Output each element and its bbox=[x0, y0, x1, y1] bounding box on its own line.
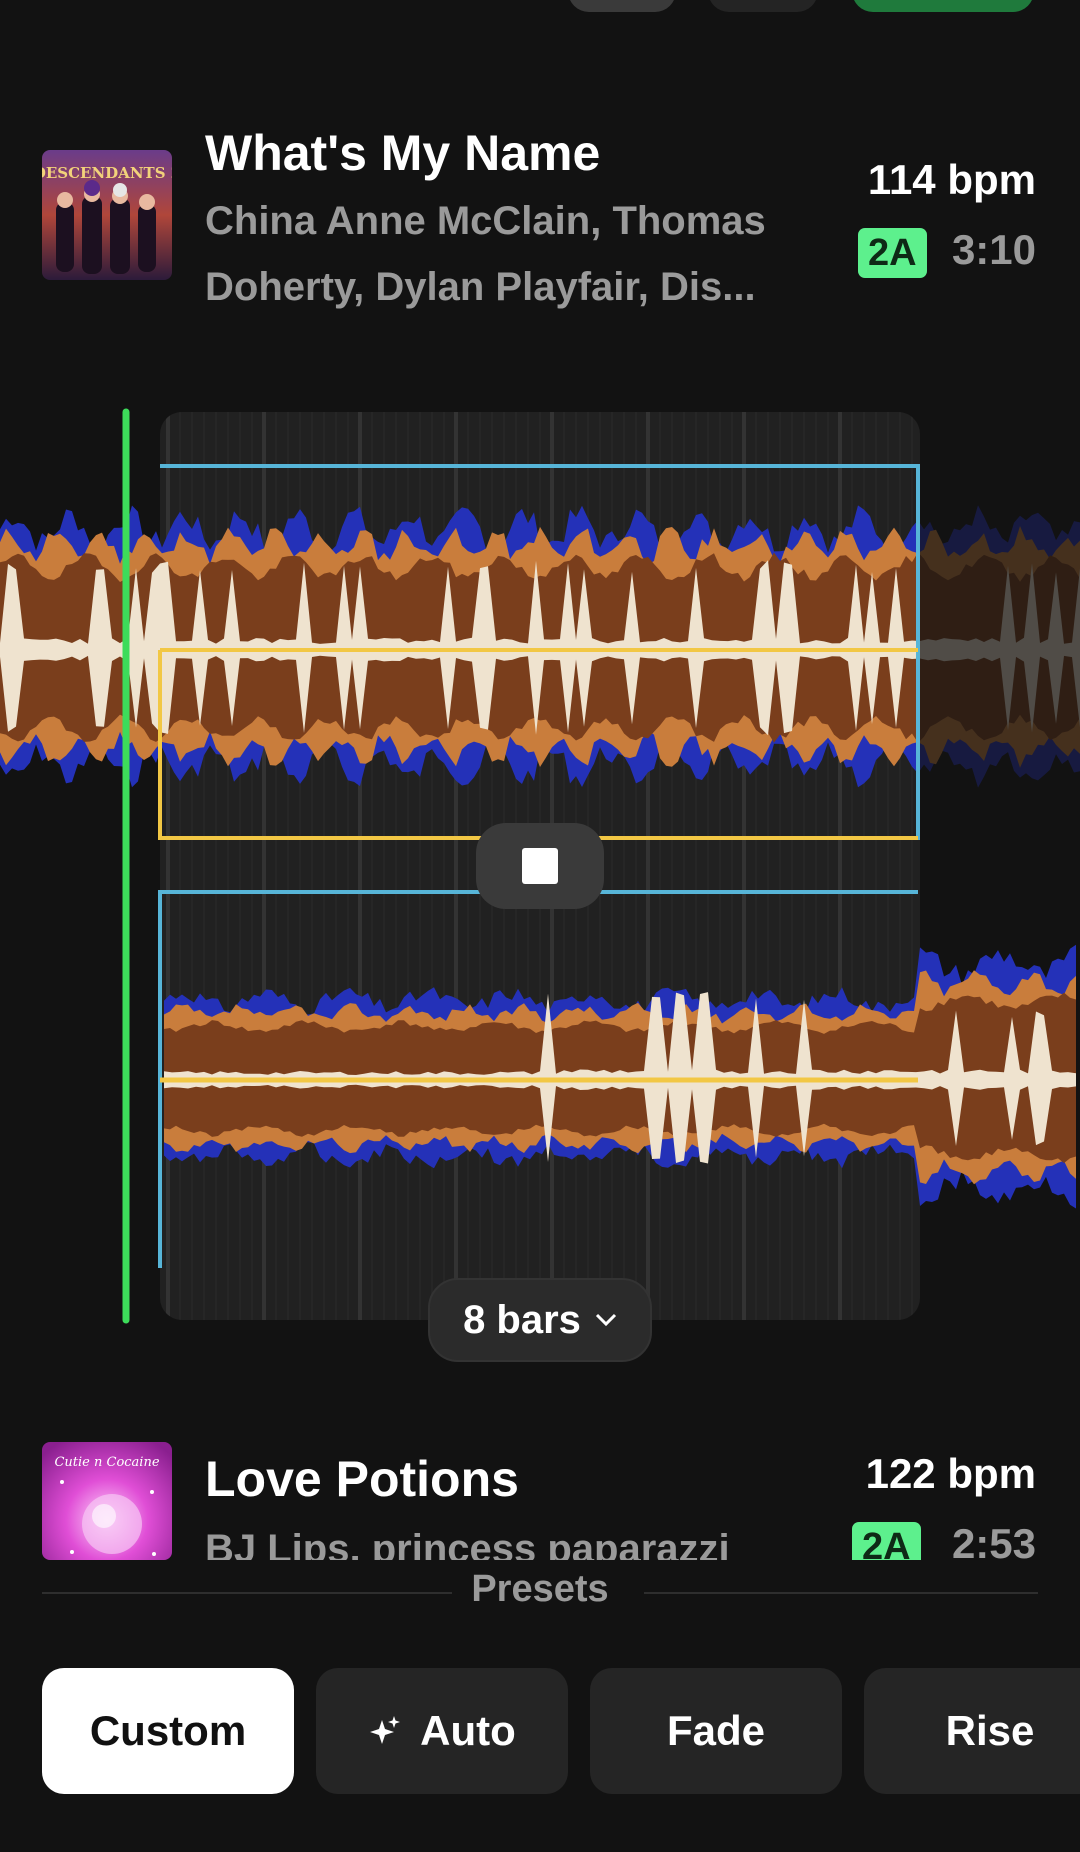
preset-auto-label: Auto bbox=[420, 1707, 516, 1754]
sparkle-icon bbox=[370, 1716, 401, 1744]
preset-auto-button[interactable]: Auto bbox=[316, 1668, 568, 1794]
track-a-artists-line1: China Anne McClain, Thomas bbox=[205, 199, 766, 243]
track-a-duration: 3:10 bbox=[951, 226, 1036, 273]
track-b-key-badge: 2A bbox=[852, 1522, 921, 1560]
preset-custom-button[interactable]: Custom bbox=[42, 1668, 294, 1794]
preset-custom-label: Custom bbox=[89, 1707, 247, 1754]
presets-label: Presets bbox=[471, 1568, 609, 1610]
track-b-row[interactable]: Cutie n Cocaine Love Potions BJ Lips, pr… bbox=[0, 1420, 1080, 1560]
track-b-title: Love Potions bbox=[205, 1451, 519, 1507]
track-b-artists: BJ Lips, princess paparazzi bbox=[205, 1527, 730, 1560]
track-a-key-badge: 2A bbox=[858, 228, 927, 278]
track-a-title: What's My Name bbox=[205, 125, 601, 181]
preset-rise-label: Rise bbox=[945, 1707, 1035, 1754]
svg-text:DESCENDANTS 2: DESCENDANTS 2 bbox=[42, 164, 172, 182]
stop-button[interactable] bbox=[476, 823, 604, 909]
svg-text:Cutie n Cocaine: Cutie n Cocaine bbox=[54, 1455, 159, 1470]
preset-fade-button[interactable]: Fade bbox=[590, 1668, 842, 1794]
album-art-love-potions: Cutie n Cocaine bbox=[42, 1442, 172, 1560]
track-a-artists-line2: Doherty, Dylan Playfair, Dis... bbox=[205, 265, 756, 309]
track-a-row[interactable]: DESCENDANTS 2 What's My Name China Anne … bbox=[0, 0, 1080, 320]
bars-length-dropdown[interactable]: 8 bars bbox=[428, 1278, 652, 1362]
presets-divider-right bbox=[644, 1592, 1038, 1594]
preset-fade-label: Fade bbox=[666, 1707, 766, 1754]
track-b-bpm: 122 bpm bbox=[865, 1450, 1036, 1497]
track-a-artists: China Anne McClain, Thomas Doherty, Dyla… bbox=[205, 188, 815, 320]
bars-length-label: 8 bars bbox=[463, 1297, 581, 1342]
track-b-duration: 2:53 bbox=[951, 1520, 1036, 1560]
stop-icon bbox=[522, 848, 558, 884]
preset-rise-button[interactable]: Rise bbox=[864, 1668, 1080, 1794]
chevron-down-icon bbox=[595, 1313, 616, 1327]
track-a-bpm: 114 bpm bbox=[867, 156, 1036, 203]
album-art-descendants: DESCENDANTS 2 bbox=[42, 150, 172, 280]
